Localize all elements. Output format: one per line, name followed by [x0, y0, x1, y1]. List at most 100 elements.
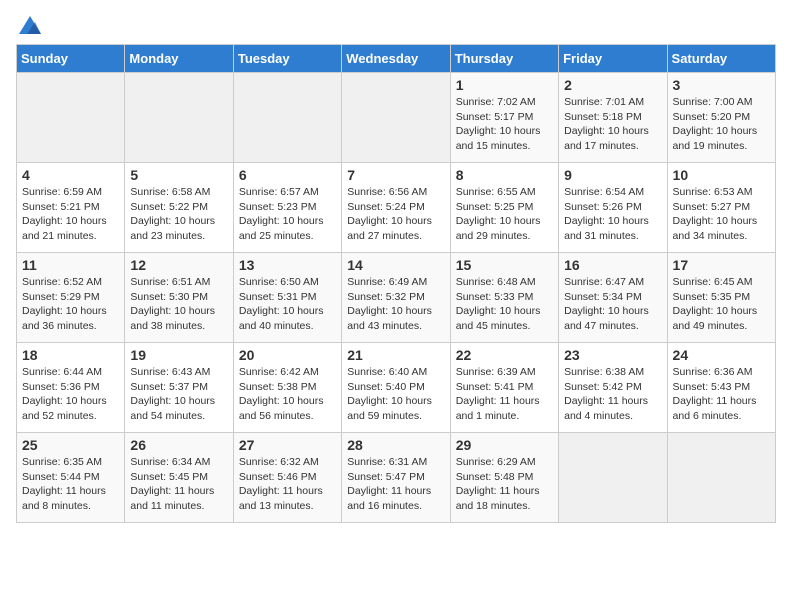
day-info: Sunrise: 6:49 AM Sunset: 5:32 PM Dayligh…	[347, 275, 444, 334]
calendar-day-cell: 26 Sunrise: 6:34 AM Sunset: 5:45 PM Dayli…	[125, 433, 233, 523]
calendar-table: SundayMondayTuesdayWednesdayThursdayFrid…	[16, 44, 776, 523]
day-info: Sunrise: 6:38 AM Sunset: 5:42 PM Dayligh…	[564, 365, 661, 424]
calendar-week-row: 11 Sunrise: 6:52 AM Sunset: 5:29 PM Dayli…	[17, 253, 776, 343]
calendar-day-cell: 13 Sunrise: 6:50 AM Sunset: 5:31 PM Dayli…	[233, 253, 341, 343]
calendar-header-row: SundayMondayTuesdayWednesdayThursdayFrid…	[17, 45, 776, 73]
day-number: 16	[564, 257, 661, 273]
day-info: Sunrise: 7:00 AM Sunset: 5:20 PM Dayligh…	[673, 95, 770, 154]
day-number: 24	[673, 347, 770, 363]
calendar-day-cell: 3 Sunrise: 7:00 AM Sunset: 5:20 PM Daylig…	[667, 73, 775, 163]
day-number: 11	[22, 257, 119, 273]
day-number: 17	[673, 257, 770, 273]
day-number: 28	[347, 437, 444, 453]
day-number: 6	[239, 167, 336, 183]
calendar-day-cell: 17 Sunrise: 6:45 AM Sunset: 5:35 PM Dayli…	[667, 253, 775, 343]
day-number: 23	[564, 347, 661, 363]
calendar-day-cell: 10Sunrise: 6:53 AM Sunset: 5:27 PM Dayli…	[667, 163, 775, 253]
calendar-day-header: Monday	[125, 45, 233, 73]
day-number: 3	[673, 77, 770, 93]
day-info: Sunrise: 6:57 AM Sunset: 5:23 PM Dayligh…	[239, 185, 336, 244]
day-number: 26	[130, 437, 227, 453]
calendar-day-cell: 25Sunrise: 6:35 AM Sunset: 5:44 PM Dayli…	[17, 433, 125, 523]
day-info: Sunrise: 6:59 AM Sunset: 5:21 PM Dayligh…	[22, 185, 119, 244]
day-number: 12	[130, 257, 227, 273]
day-info: Sunrise: 6:45 AM Sunset: 5:35 PM Dayligh…	[673, 275, 770, 334]
header	[16, 16, 776, 34]
calendar-week-row: 25Sunrise: 6:35 AM Sunset: 5:44 PM Dayli…	[17, 433, 776, 523]
calendar-day-cell: 1 Sunrise: 7:02 AM Sunset: 5:17 PM Daylig…	[450, 73, 558, 163]
day-info: Sunrise: 6:31 AM Sunset: 5:47 PM Dayligh…	[347, 455, 444, 514]
day-info: Sunrise: 6:43 AM Sunset: 5:37 PM Dayligh…	[130, 365, 227, 424]
calendar-day-cell: 22 Sunrise: 6:39 AM Sunset: 5:41 PM Dayli…	[450, 343, 558, 433]
calendar-day-cell: 14Sunrise: 6:49 AM Sunset: 5:32 PM Dayli…	[342, 253, 450, 343]
calendar-day-cell: 2Sunrise: 7:01 AM Sunset: 5:18 PM Daylig…	[559, 73, 667, 163]
day-number: 9	[564, 167, 661, 183]
day-number: 22	[456, 347, 553, 363]
calendar-day-cell	[125, 73, 233, 163]
day-info: Sunrise: 6:53 AM Sunset: 5:27 PM Dayligh…	[673, 185, 770, 244]
day-number: 13	[239, 257, 336, 273]
calendar-body: 1 Sunrise: 7:02 AM Sunset: 5:17 PM Daylig…	[17, 73, 776, 523]
day-info: Sunrise: 6:55 AM Sunset: 5:25 PM Dayligh…	[456, 185, 553, 244]
day-info: Sunrise: 6:56 AM Sunset: 5:24 PM Dayligh…	[347, 185, 444, 244]
calendar-day-cell	[667, 433, 775, 523]
day-info: Sunrise: 6:54 AM Sunset: 5:26 PM Dayligh…	[564, 185, 661, 244]
calendar-day-cell: 9 Sunrise: 6:54 AM Sunset: 5:26 PM Daylig…	[559, 163, 667, 253]
day-info: Sunrise: 6:51 AM Sunset: 5:30 PM Dayligh…	[130, 275, 227, 334]
day-info: Sunrise: 6:29 AM Sunset: 5:48 PM Dayligh…	[456, 455, 553, 514]
calendar-day-cell: 7 Sunrise: 6:56 AM Sunset: 5:24 PM Daylig…	[342, 163, 450, 253]
day-info: Sunrise: 6:52 AM Sunset: 5:29 PM Dayligh…	[22, 275, 119, 334]
calendar-day-cell	[17, 73, 125, 163]
day-number: 4	[22, 167, 119, 183]
day-info: Sunrise: 6:58 AM Sunset: 5:22 PM Dayligh…	[130, 185, 227, 244]
calendar-day-header: Saturday	[667, 45, 775, 73]
day-info: Sunrise: 6:48 AM Sunset: 5:33 PM Dayligh…	[456, 275, 553, 334]
calendar-day-cell: 4 Sunrise: 6:59 AM Sunset: 5:21 PM Daylig…	[17, 163, 125, 253]
calendar-day-cell: 29 Sunrise: 6:29 AM Sunset: 5:48 PM Dayli…	[450, 433, 558, 523]
calendar-day-cell: 21Sunrise: 6:40 AM Sunset: 5:40 PM Dayli…	[342, 343, 450, 433]
day-number: 8	[456, 167, 553, 183]
calendar-day-cell: 12 Sunrise: 6:51 AM Sunset: 5:30 PM Dayli…	[125, 253, 233, 343]
calendar-day-header: Sunday	[17, 45, 125, 73]
calendar-week-row: 1 Sunrise: 7:02 AM Sunset: 5:17 PM Daylig…	[17, 73, 776, 163]
day-number: 20	[239, 347, 336, 363]
calendar-day-cell: 18 Sunrise: 6:44 AM Sunset: 5:36 PM Dayli…	[17, 343, 125, 433]
day-info: Sunrise: 6:36 AM Sunset: 5:43 PM Dayligh…	[673, 365, 770, 424]
calendar-day-header: Tuesday	[233, 45, 341, 73]
calendar-day-header: Thursday	[450, 45, 558, 73]
calendar-day-cell	[342, 73, 450, 163]
calendar-day-cell: 5Sunrise: 6:58 AM Sunset: 5:22 PM Daylig…	[125, 163, 233, 253]
calendar-day-cell	[233, 73, 341, 163]
calendar-day-cell: 16 Sunrise: 6:47 AM Sunset: 5:34 PM Dayli…	[559, 253, 667, 343]
calendar-day-cell: 20 Sunrise: 6:42 AM Sunset: 5:38 PM Dayli…	[233, 343, 341, 433]
day-info: Sunrise: 6:39 AM Sunset: 5:41 PM Dayligh…	[456, 365, 553, 424]
day-number: 29	[456, 437, 553, 453]
day-info: Sunrise: 6:32 AM Sunset: 5:46 PM Dayligh…	[239, 455, 336, 514]
day-number: 2	[564, 77, 661, 93]
logo	[16, 16, 41, 34]
day-info: Sunrise: 6:50 AM Sunset: 5:31 PM Dayligh…	[239, 275, 336, 334]
calendar-day-cell: 28 Sunrise: 6:31 AM Sunset: 5:47 PM Dayli…	[342, 433, 450, 523]
day-info: Sunrise: 6:42 AM Sunset: 5:38 PM Dayligh…	[239, 365, 336, 424]
day-number: 1	[456, 77, 553, 93]
day-info: Sunrise: 6:34 AM Sunset: 5:45 PM Dayligh…	[130, 455, 227, 514]
calendar-day-cell: 24 Sunrise: 6:36 AM Sunset: 5:43 PM Dayli…	[667, 343, 775, 433]
calendar-day-cell: 11 Sunrise: 6:52 AM Sunset: 5:29 PM Dayli…	[17, 253, 125, 343]
day-info: Sunrise: 7:02 AM Sunset: 5:17 PM Dayligh…	[456, 95, 553, 154]
calendar-day-cell: 8 Sunrise: 6:55 AM Sunset: 5:25 PM Daylig…	[450, 163, 558, 253]
calendar-day-cell: 27 Sunrise: 6:32 AM Sunset: 5:46 PM Dayli…	[233, 433, 341, 523]
day-number: 7	[347, 167, 444, 183]
day-number: 19	[130, 347, 227, 363]
day-number: 27	[239, 437, 336, 453]
calendar-day-cell: 23 Sunrise: 6:38 AM Sunset: 5:42 PM Dayli…	[559, 343, 667, 433]
logo-icon	[19, 16, 41, 34]
day-number: 15	[456, 257, 553, 273]
day-info: Sunrise: 6:47 AM Sunset: 5:34 PM Dayligh…	[564, 275, 661, 334]
calendar-day-cell	[559, 433, 667, 523]
day-number: 18	[22, 347, 119, 363]
day-info: Sunrise: 6:35 AM Sunset: 5:44 PM Dayligh…	[22, 455, 119, 514]
calendar-day-cell: 6 Sunrise: 6:57 AM Sunset: 5:23 PM Daylig…	[233, 163, 341, 253]
calendar-day-header: Friday	[559, 45, 667, 73]
calendar-week-row: 4 Sunrise: 6:59 AM Sunset: 5:21 PM Daylig…	[17, 163, 776, 253]
day-info: Sunrise: 6:44 AM Sunset: 5:36 PM Dayligh…	[22, 365, 119, 424]
